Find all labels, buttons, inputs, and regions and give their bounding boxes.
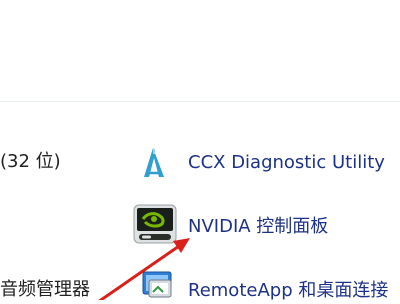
remoteapp-desktop-connection-label[interactable]: RemoteApp 和桌面连接 — [188, 280, 388, 302]
nvidia-control-panel-label[interactable]: NVIDIA 控制面板 — [188, 216, 328, 238]
annotation-arrow — [98, 238, 190, 300]
left-item-32bit[interactable]: (32 位) — [0, 151, 61, 173]
ccx-icon — [140, 146, 168, 180]
ccx-diagnostic-utility-label[interactable]: CCX Diagnostic Utility — [188, 152, 385, 174]
left-item-audio-manager[interactable]: 音频管理器 — [0, 279, 90, 301]
section-divider — [0, 101, 400, 102]
nvidia-icon — [133, 204, 177, 244]
remoteapp-icon — [135, 270, 179, 300]
